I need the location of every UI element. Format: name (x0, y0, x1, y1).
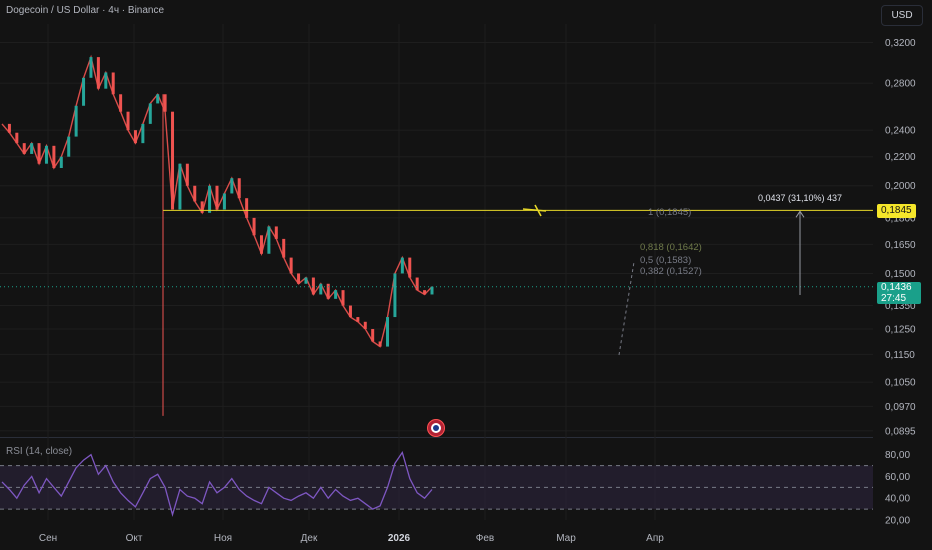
candle (356, 317, 360, 322)
candle (430, 286, 434, 295)
candle (30, 143, 34, 154)
candle (348, 305, 352, 318)
candle (415, 277, 419, 291)
candle-countdown: 27:45 (881, 293, 907, 304)
price-tick-label: 0,2800 (885, 79, 916, 90)
price-tick-label: 0,1650 (885, 240, 916, 251)
candle (363, 321, 367, 330)
price-chart[interactable]: 0,32000,28000,24000,22000,20000,18000,16… (0, 0, 932, 550)
candle (82, 77, 86, 106)
candle (59, 156, 63, 168)
price-tick-label: 0,2200 (885, 152, 916, 163)
candle (311, 277, 315, 295)
candle (126, 111, 130, 131)
candle (44, 145, 48, 164)
price-tick-label: 0,1050 (885, 378, 916, 389)
level-price-tag: 0,1845 (877, 204, 916, 218)
price-tick-label: 0,1500 (885, 269, 916, 280)
candle (178, 163, 182, 210)
rsi-tick-label: 20,00 (885, 516, 910, 527)
time-tick-label: Ноя (214, 533, 232, 544)
candle (400, 257, 404, 274)
fib-level-0818: 0,818 (0,1642) (640, 242, 702, 253)
candle (15, 132, 19, 144)
candle (215, 185, 219, 210)
candle (319, 283, 323, 295)
fib-level-1: 1 (0,1845) (648, 207, 692, 218)
fib-level-0382: 0,382 (0,1527) (640, 266, 702, 277)
candle (163, 94, 167, 112)
time-tick-label: Дек (301, 533, 318, 544)
candle (171, 111, 175, 210)
rsi-indicator-label[interactable]: RSI (14, close) (6, 446, 72, 457)
candle (111, 72, 115, 95)
flag-dot (433, 425, 439, 431)
candle (282, 238, 286, 258)
candle (341, 290, 345, 306)
rsi-tick-label: 80,00 (885, 450, 910, 461)
candle (371, 329, 375, 342)
rsi-tick-label: 60,00 (885, 472, 910, 483)
time-tick-label: Окт (126, 533, 143, 544)
pane-separator (0, 437, 873, 438)
candle (185, 163, 189, 186)
candle (423, 290, 427, 295)
candle (378, 341, 382, 347)
price-tick-label: 0,0970 (885, 402, 916, 413)
candle (200, 201, 204, 213)
candle (230, 178, 234, 194)
current-price-value: 0,1436 (881, 282, 912, 293)
chart-title: Dogecoin / US Dollar · 4ч · Binance (6, 5, 165, 16)
current-price-tag: 0,1436 27:45 (877, 282, 921, 304)
candle (408, 257, 412, 278)
candle (96, 57, 100, 89)
time-tick-label: Апр (646, 533, 664, 544)
price-tick-label: 0,1150 (885, 350, 915, 361)
time-tick-label: Мар (556, 533, 576, 544)
candle (104, 72, 108, 89)
rsi-tick-label: 40,00 (885, 494, 910, 505)
candle (274, 226, 278, 239)
measure-label: 0,0437 (31,10%) 437 (758, 193, 843, 203)
fib-level-05: 0,5 (0,1583) (640, 255, 692, 266)
price-tick-label: 0,0895 (885, 426, 916, 437)
candle (326, 283, 330, 299)
price-tick-label: 0,2400 (885, 126, 916, 137)
candle (259, 235, 263, 254)
projection-dashed-line (618, 261, 635, 356)
time-tick-label: Сен (39, 533, 57, 544)
candle (193, 185, 197, 202)
candle (22, 143, 26, 154)
candle (222, 193, 226, 210)
candle (148, 103, 152, 124)
candle (334, 290, 338, 299)
price-tick-label: 0,1250 (885, 325, 916, 336)
candle (89, 57, 93, 78)
candle (141, 123, 145, 144)
price-tick-label: 0,3200 (885, 38, 916, 49)
candle (7, 123, 11, 133)
candle (252, 217, 256, 236)
candle (74, 105, 78, 137)
candle (156, 94, 160, 104)
time-tick-label: 2026 (388, 533, 411, 544)
candle (237, 178, 241, 199)
candle (52, 145, 56, 168)
currency-button[interactable]: USD (881, 5, 923, 26)
candle (297, 273, 301, 284)
candle (67, 136, 71, 157)
candle (37, 143, 41, 164)
candle (386, 317, 390, 347)
price-tick-label: 0,2000 (885, 181, 916, 192)
candle (245, 198, 249, 218)
candle (119, 94, 123, 112)
candle (393, 273, 397, 318)
candle (304, 277, 308, 284)
us-flag-event-icon[interactable] (427, 419, 445, 437)
time-tick-label: Фев (476, 533, 494, 544)
candle (267, 226, 271, 254)
candle (133, 130, 137, 144)
candle (289, 257, 293, 274)
candle (208, 185, 212, 213)
